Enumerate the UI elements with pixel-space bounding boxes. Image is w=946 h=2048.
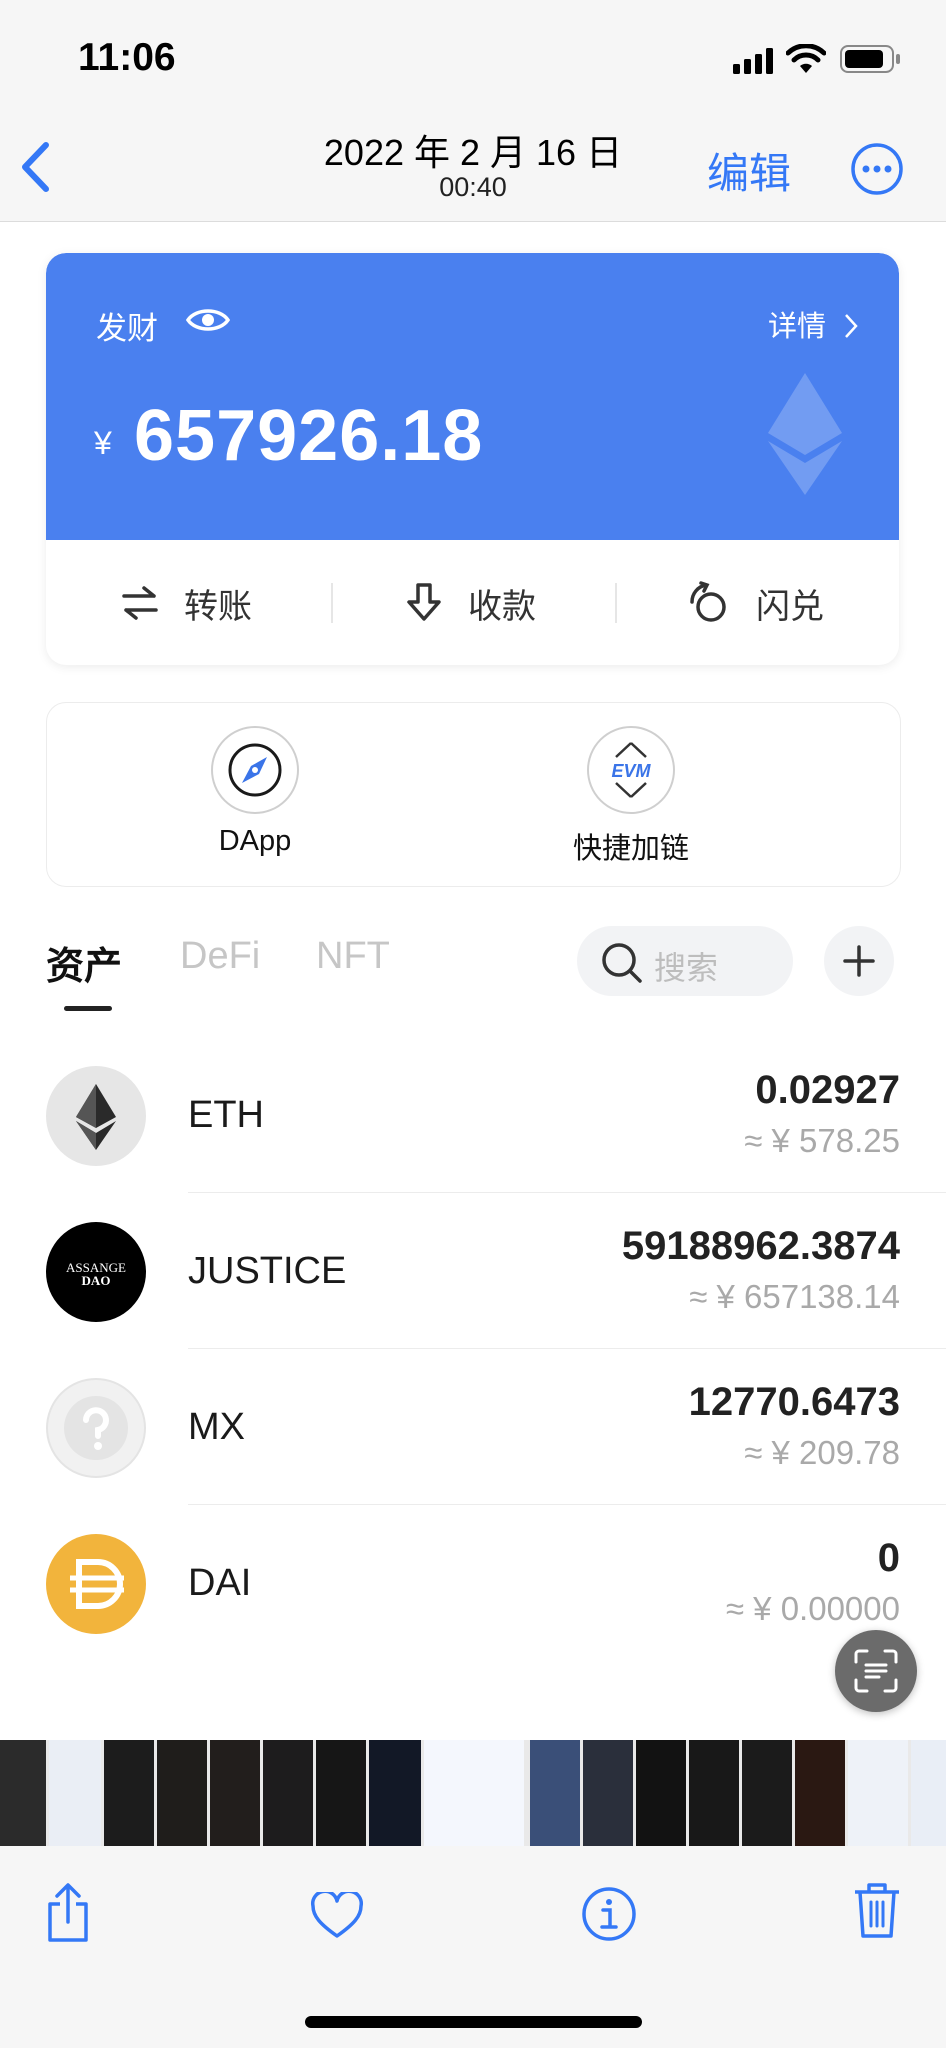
home-indicator <box>305 2016 642 2028</box>
asset-balance: 12770.6473 <box>688 1380 900 1424</box>
chevron-right-icon <box>845 314 858 338</box>
asset-fiat-value: ≈ ¥ 209.78 <box>744 1434 900 1471</box>
status-time: 11:06 <box>78 36 176 79</box>
plus-icon <box>843 945 875 977</box>
dapp-icon-circle <box>211 726 299 814</box>
thumbnail[interactable] <box>104 1740 154 1846</box>
swap-label: 闪兑 <box>756 587 824 626</box>
asset-balance: 0.02927 <box>755 1068 900 1112</box>
wallet-balance: 657926.18 <box>134 396 484 476</box>
dapp-shortcut[interactable] <box>211 726 299 814</box>
thumbnail[interactable] <box>49 1740 101 1846</box>
assange-dao-icon: ASSANGE DAO <box>66 1260 126 1288</box>
wallet-card: 发财 详情 ¥ 657926.18 转账 收款 闪兑 <box>46 253 899 665</box>
compass-icon <box>228 743 282 797</box>
thumbnail[interactable] <box>0 1740 46 1846</box>
action-divider <box>331 583 333 623</box>
battery-icon <box>840 45 900 73</box>
quick-links-card: DApp EVM 快捷加链 <box>46 702 901 887</box>
add-chain-shortcut[interactable]: EVM <box>587 726 675 814</box>
asset-symbol: MX <box>188 1406 245 1448</box>
add-asset-button[interactable] <box>824 926 894 996</box>
more-options-icon[interactable] <box>850 142 904 196</box>
tab-defi[interactable]: DeFi <box>180 935 260 978</box>
receive-label: 收款 <box>468 587 536 626</box>
thumbnail[interactable] <box>795 1740 845 1846</box>
eth-logo <box>46 1066 146 1166</box>
active-tab-indicator <box>64 1006 112 1011</box>
asset-symbol: DAI <box>188 1562 252 1604</box>
photo-time-subtitle: 00:40 <box>439 172 507 202</box>
trash-icon[interactable] <box>853 1880 901 1940</box>
asset-balance: 0 <box>877 1536 900 1580</box>
thumbnail[interactable] <box>742 1740 792 1846</box>
edit-button[interactable]: 编辑 <box>707 140 791 201</box>
transfer-button[interactable]: 转账 <box>120 573 252 633</box>
thumbnail[interactable] <box>316 1740 366 1846</box>
info-icon[interactable] <box>581 1886 637 1942</box>
evm-icon: EVM <box>611 742 652 798</box>
unknown-token-logo <box>46 1378 146 1478</box>
photo-date-title: 2022 年 2 月 16 日 <box>323 132 623 173</box>
thumbnail[interactable] <box>369 1740 421 1846</box>
thumbnail[interactable] <box>210 1740 260 1846</box>
currency-symbol: ¥ <box>94 425 112 461</box>
wifi-icon <box>786 44 826 73</box>
wallet-balance-panel[interactable]: 发财 详情 ¥ 657926.18 <box>46 253 899 540</box>
transfer-label: 转账 <box>184 587 252 626</box>
asset-row-mx[interactable]: MX 12770.6473 ≈ ¥ 209.78 <box>0 1348 946 1504</box>
search-icon <box>602 943 642 983</box>
evm-icon-circle: EVM <box>587 726 675 814</box>
thumbnail-current[interactable] <box>424 1740 524 1846</box>
swap-icon <box>690 581 726 622</box>
thumbnail[interactable] <box>583 1740 633 1846</box>
dai-icon <box>70 1559 124 1609</box>
thumbnail[interactable] <box>689 1740 739 1846</box>
search-placeholder: 搜索 <box>654 950 719 986</box>
dapp-label: DApp <box>218 825 292 857</box>
tab-nft[interactable]: NFT <box>316 935 390 978</box>
eth-watermark-icon <box>768 373 842 495</box>
heart-icon[interactable] <box>310 1892 364 1940</box>
action-divider <box>615 583 617 623</box>
asset-row-dai[interactable]: DAI 0 ≈ ¥ 0.00000 <box>0 1504 946 1660</box>
asset-row-eth[interactable]: ETH 0.02927 ≈ ¥ 578.25 <box>0 1036 946 1192</box>
signal-icon <box>733 48 773 74</box>
wallet-detail-link[interactable]: 详情 <box>768 303 858 345</box>
swap-button[interactable]: 闪兑 <box>686 573 824 633</box>
eth-icon <box>76 1084 116 1150</box>
live-text-button[interactable] <box>835 1630 917 1712</box>
assange-dao-logo: ASSANGE DAO <box>46 1222 146 1322</box>
wallet-detail-label: 详情 <box>768 311 827 343</box>
eye-icon[interactable] <box>186 305 230 335</box>
question-mark-icon <box>64 1396 128 1460</box>
thumbnail[interactable] <box>636 1740 686 1846</box>
thumbnail[interactable] <box>263 1740 313 1846</box>
dai-logo <box>46 1534 146 1634</box>
evm-icon-text: EVM <box>611 761 651 781</box>
photo-filmstrip[interactable] <box>0 1740 946 1846</box>
asset-search-input[interactable]: 搜索 <box>577 926 793 996</box>
thumbnail[interactable] <box>848 1740 908 1846</box>
asset-balance: 59188962.3874 <box>621 1224 900 1268</box>
asset-fiat-value: ≈ ¥ 578.25 <box>744 1122 900 1159</box>
thumbnail[interactable] <box>911 1740 946 1846</box>
asset-fiat-value: ≈ ¥ 0.00000 <box>725 1590 900 1627</box>
asset-row-justice[interactable]: ASSANGE DAO JUSTICE 59188962.3874 ≈ ¥ 65… <box>0 1192 946 1348</box>
receive-button[interactable]: 收款 <box>404 573 536 633</box>
asset-symbol: ETH <box>188 1094 264 1136</box>
live-text-icon <box>854 1649 898 1693</box>
transfer-icon <box>122 586 158 620</box>
receive-icon <box>407 583 441 621</box>
asset-fiat-value: ≈ ¥ 657138.14 <box>689 1278 900 1315</box>
logo-text-dao: DAO <box>82 1273 111 1288</box>
thumbnail[interactable] <box>530 1740 580 1846</box>
wallet-name: 发财 <box>96 311 158 346</box>
thumbnail[interactable] <box>157 1740 207 1846</box>
add-chain-label: 快捷加链 <box>572 833 689 865</box>
share-icon[interactable] <box>44 1882 92 1944</box>
asset-symbol: JUSTICE <box>188 1250 347 1292</box>
tab-assets[interactable]: 资产 <box>46 935 122 990</box>
